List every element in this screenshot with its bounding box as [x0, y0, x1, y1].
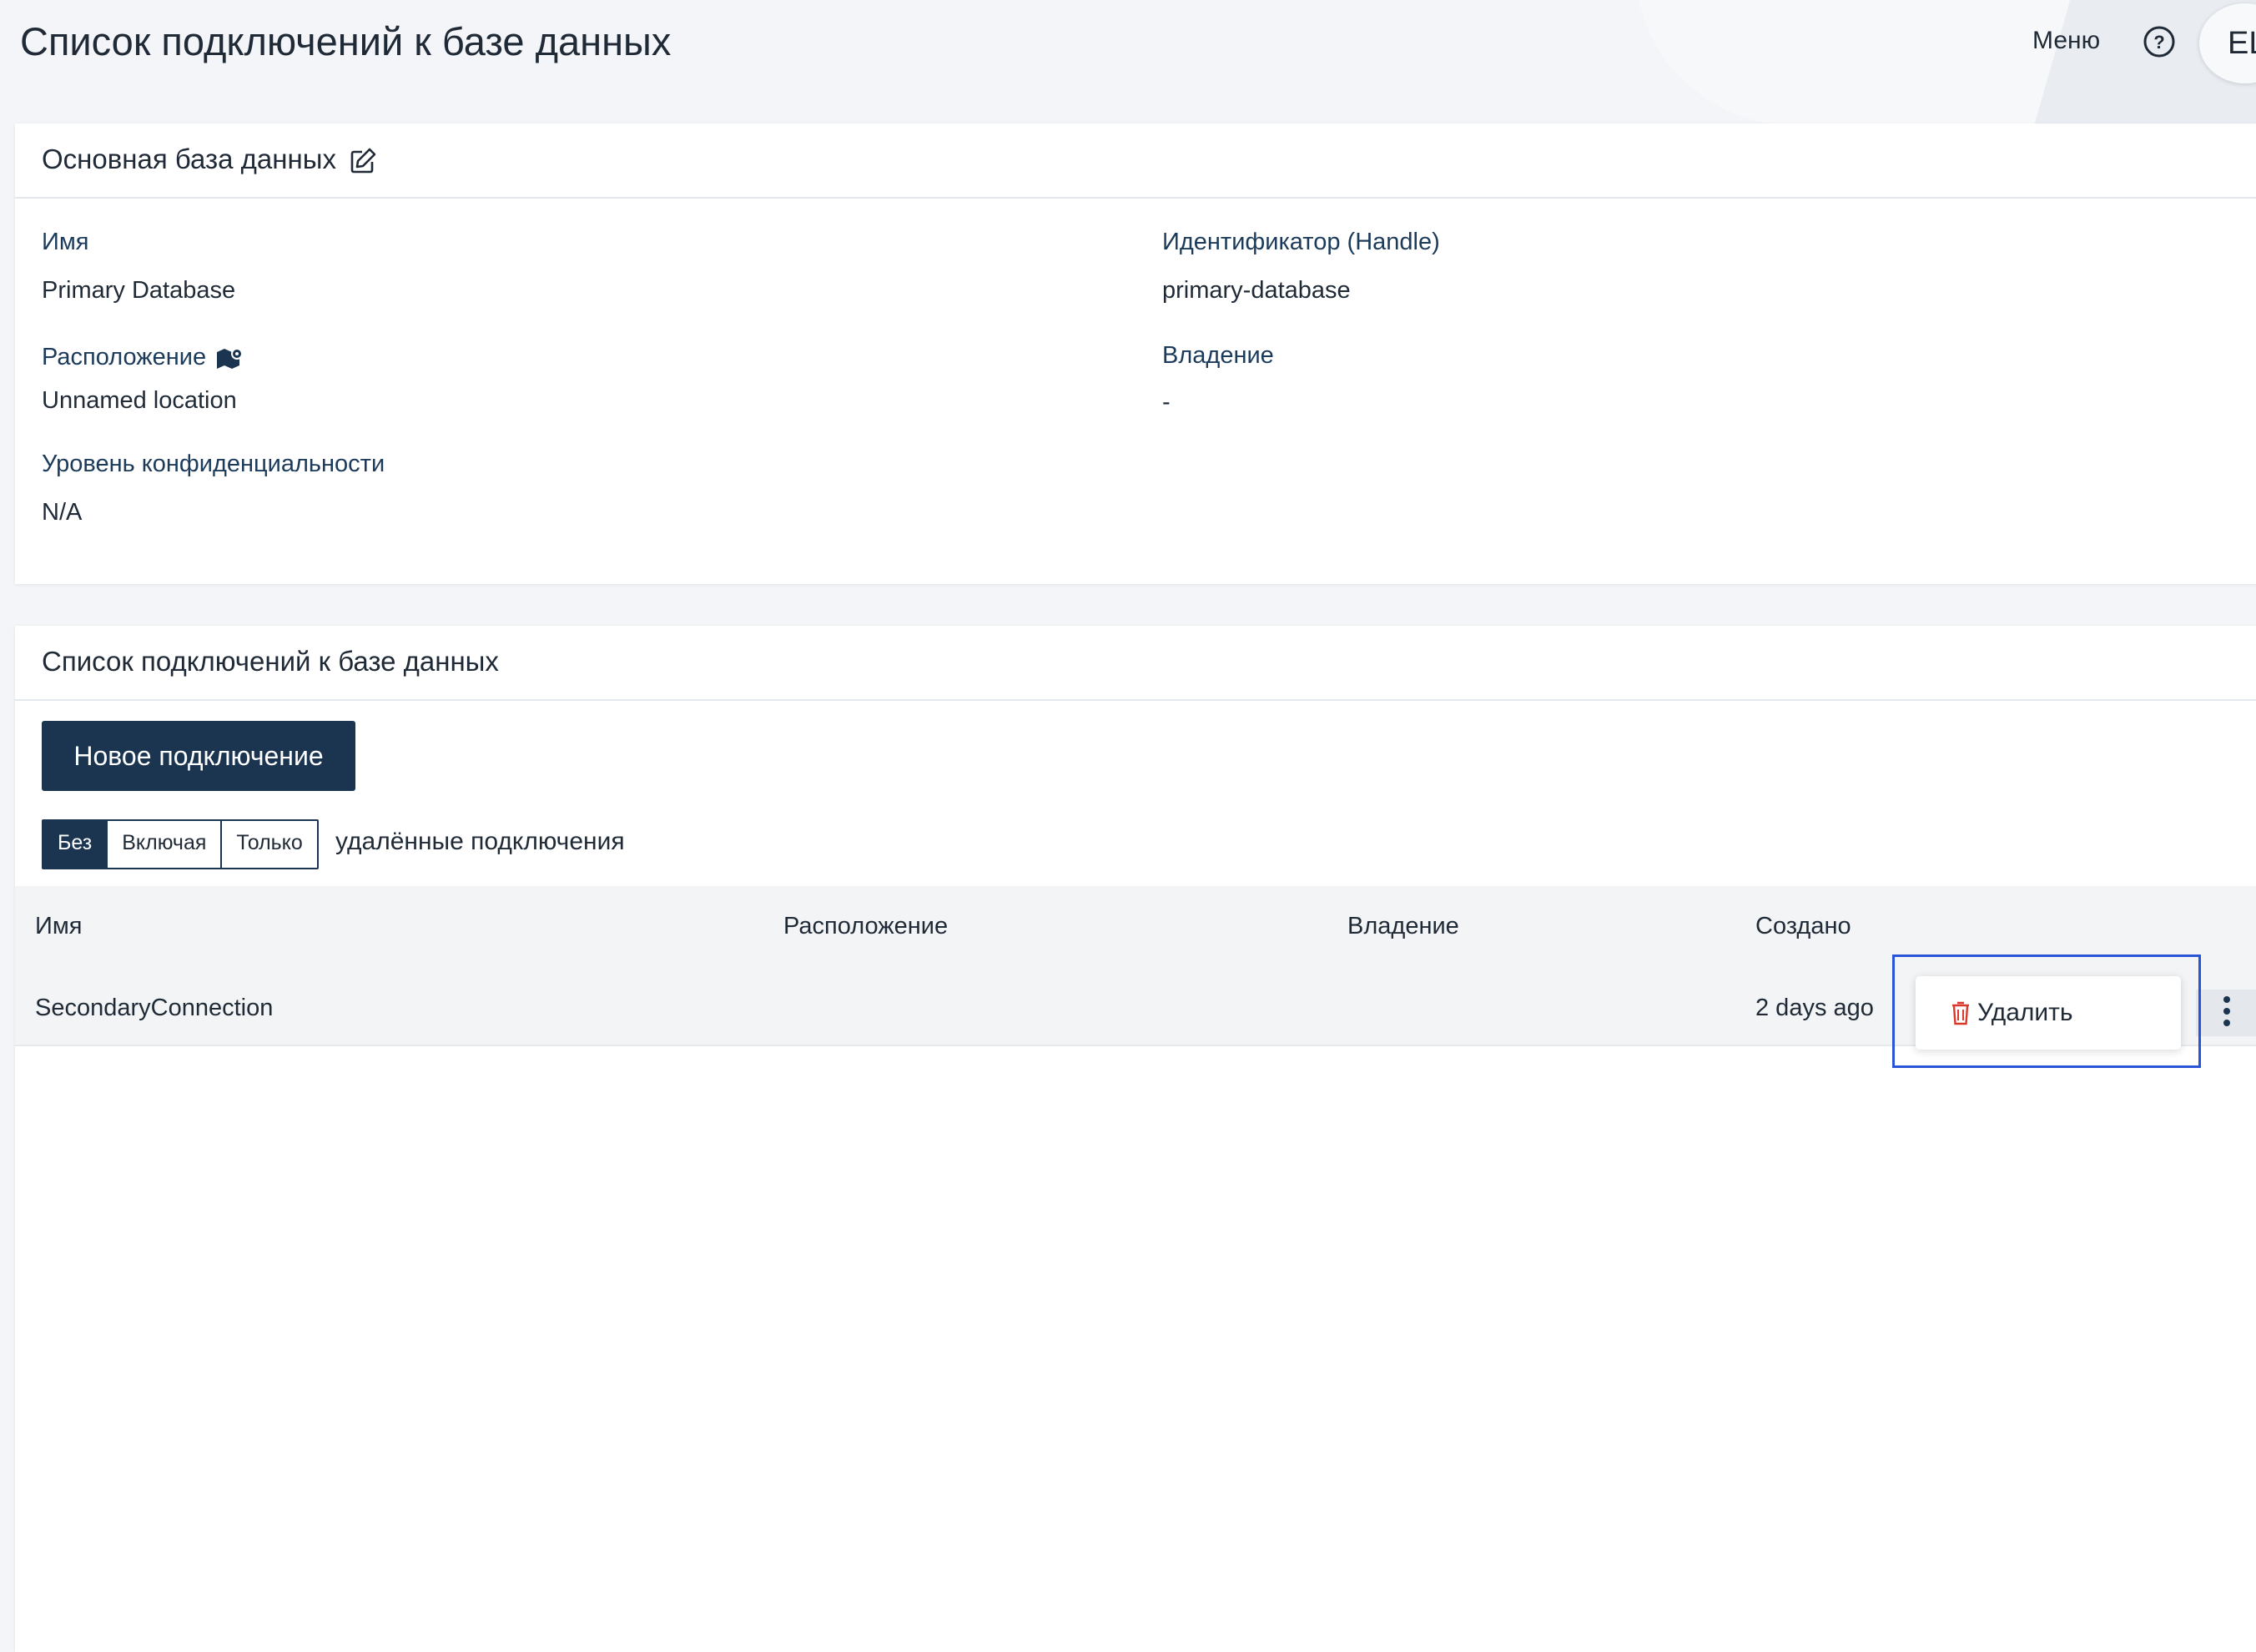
connections-panel: Список подключений к базе данных Новое п…: [15, 626, 2256, 1652]
column-header-ownership[interactable]: Владение: [1347, 913, 1459, 940]
svg-text:?: ?: [2153, 32, 2164, 53]
delete-menu-item[interactable]: Удалить: [1951, 996, 2073, 1030]
column-header-created[interactable]: Создано: [1755, 913, 1851, 940]
row-actions-dropdown: Удалить: [1916, 976, 2181, 1050]
menu-button[interactable]: Меню: [2032, 27, 2100, 55]
primary-database-panel: Основная база данных Имя Primary Databas…: [15, 123, 2256, 584]
handle-value: primary-database: [1162, 277, 1351, 304]
row-actions-kebab-icon[interactable]: [2196, 990, 2256, 1036]
filter-option-including[interactable]: Включая: [108, 821, 223, 868]
location-label: Расположение: [42, 344, 207, 370]
ownership-value: -: [1162, 389, 1171, 416]
trash-icon: [1952, 1001, 1969, 1025]
deleted-filter-toggle: Без Включая Только: [42, 819, 319, 869]
filter-suffix-text: удалённые подключения: [335, 828, 625, 855]
connections-title: Список подключений к базе данных: [42, 646, 499, 677]
row-name-cell[interactable]: SecondaryConnection: [35, 995, 273, 1022]
confidentiality-value: N/A: [42, 499, 83, 526]
header-background-shape: [1635, 0, 2069, 125]
handle-label: Идентификатор (Handle): [1162, 229, 1440, 255]
name-value: Primary Database: [42, 277, 236, 304]
kebab-dot: [2223, 1008, 2230, 1015]
location-value: Unnamed location: [42, 387, 237, 414]
row-created-cell: 2 days ago: [1755, 995, 1874, 1021]
column-header-name[interactable]: Имя: [35, 913, 83, 940]
help-icon[interactable]: ?: [2143, 25, 2176, 58]
column-header-location[interactable]: Расположение: [783, 913, 948, 940]
kebab-dot: [2223, 996, 2230, 1003]
primary-database-title: Основная база данных: [42, 144, 336, 174]
map-icon[interactable]: [215, 345, 245, 370]
confidentiality-label: Уровень конфиденциальности: [42, 451, 385, 477]
ownership-label: Владение: [1162, 342, 1274, 369]
kebab-dot: [2223, 1020, 2230, 1026]
edit-icon[interactable]: [349, 147, 377, 175]
page-title: Список подключений к базе данных: [20, 19, 672, 63]
filter-option-only[interactable]: Только: [222, 821, 317, 868]
filter-option-without[interactable]: Без: [43, 821, 108, 868]
new-connection-button[interactable]: Новое подключение: [42, 721, 355, 791]
name-label: Имя: [42, 229, 89, 255]
primary-database-header: Основная база данных: [15, 123, 2256, 199]
delete-label: Удалить: [1977, 999, 2073, 1026]
connections-header: Список подключений к базе данных: [15, 626, 2256, 701]
